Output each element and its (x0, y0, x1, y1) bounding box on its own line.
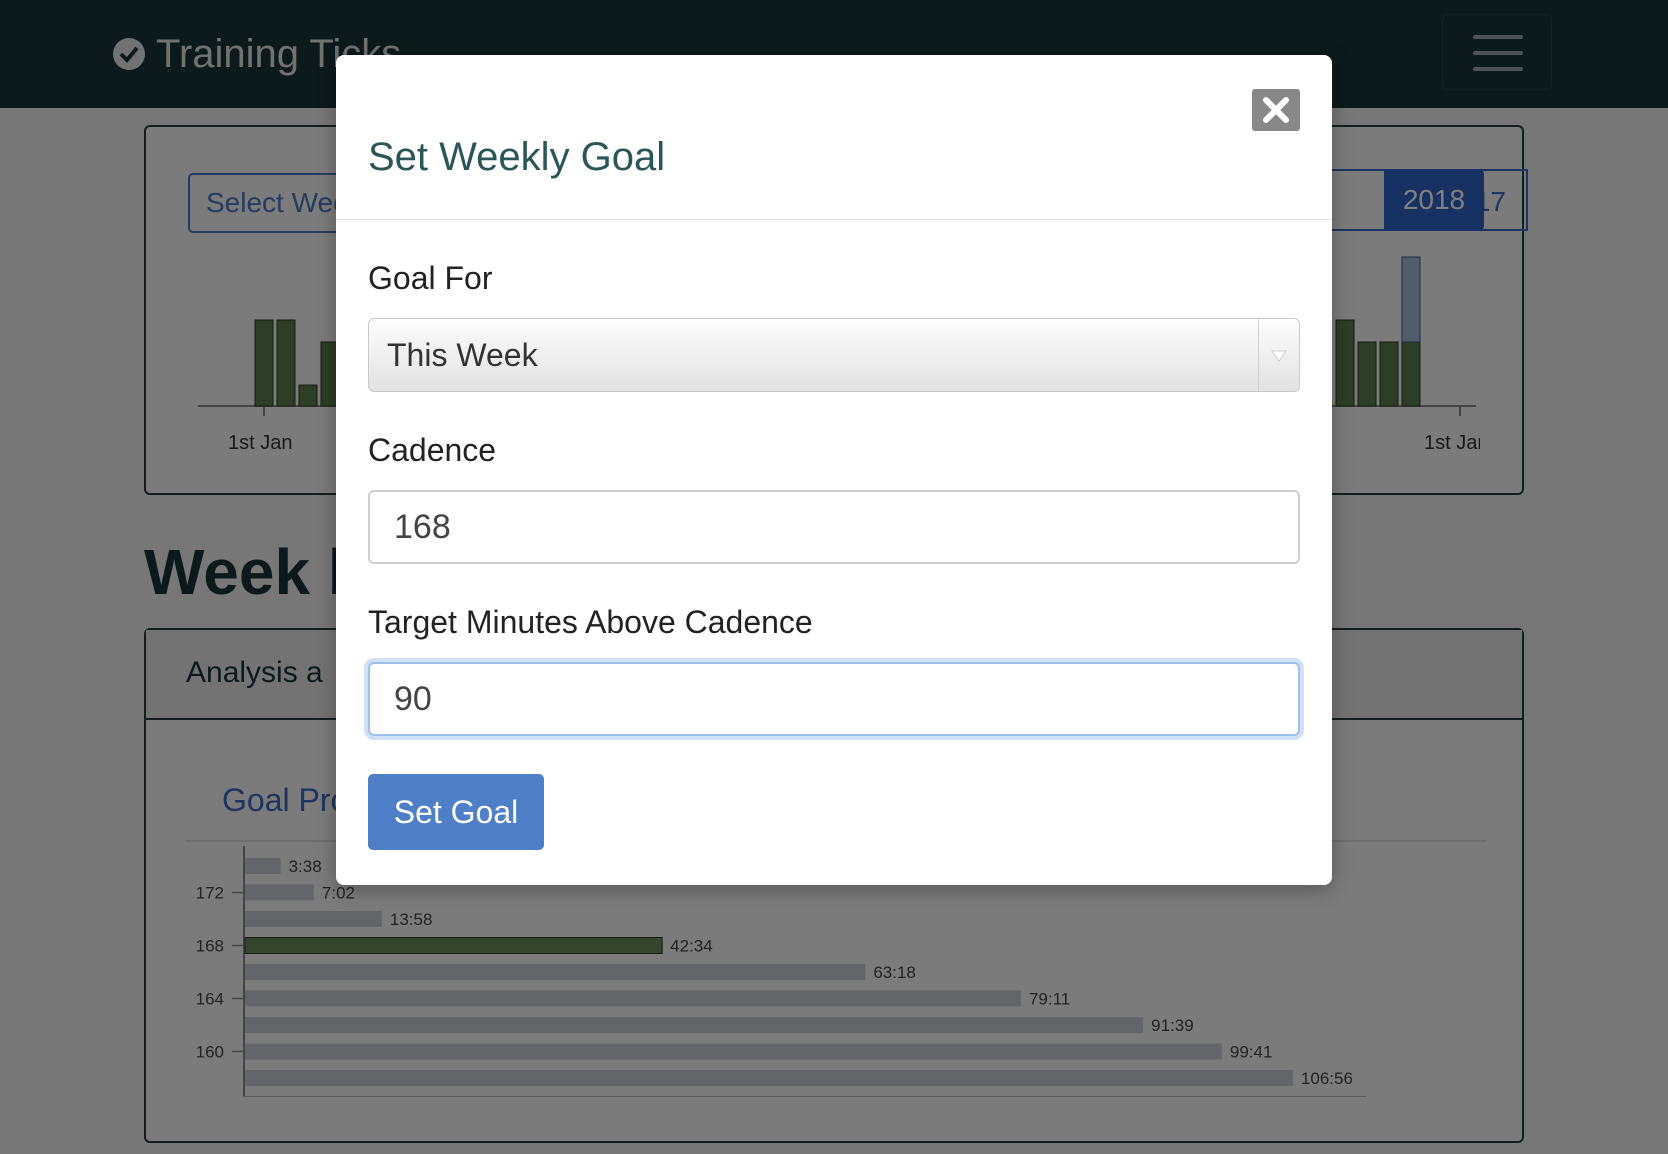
close-button[interactable] (1252, 89, 1300, 131)
set-goal-button[interactable]: Set Goal (368, 774, 544, 850)
close-icon (1263, 97, 1289, 123)
set-goal-modal: Set Weekly Goal Goal For This Week Caden… (336, 55, 1332, 885)
goal-for-select[interactable]: This Week (368, 318, 1300, 392)
cadence-input[interactable] (368, 490, 1300, 564)
modal-title: Set Weekly Goal (368, 135, 666, 179)
target-minutes-input[interactable] (368, 662, 1300, 736)
goal-for-label: Goal For (368, 260, 493, 296)
cadence-label: Cadence (368, 432, 497, 468)
target-minutes-label: Target Minutes Above Cadence (368, 604, 813, 640)
dropdown-arrow-icon (1258, 319, 1299, 391)
modal-header: Set Weekly Goal (336, 55, 1332, 220)
goal-for-selected-value: This Week (387, 337, 538, 373)
